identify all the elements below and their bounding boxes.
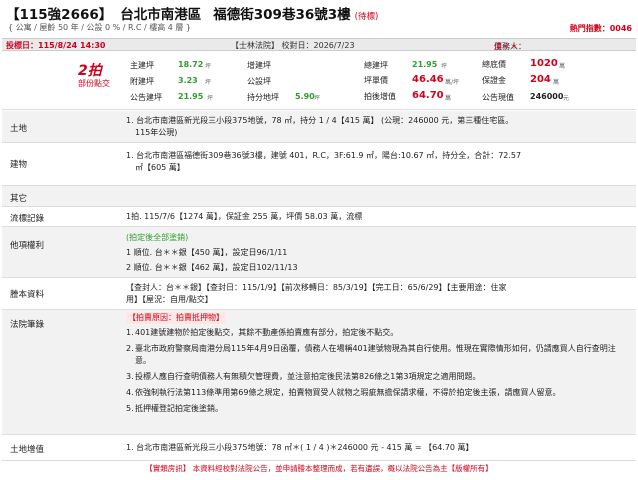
copyright-footer: 【實類房訊】 本資料經校對法院公告，並申請謄本整理而成，若有遺誤，概以法院公告為… bbox=[145, 464, 493, 473]
row-content: 1. 台北市南港區福德街309巷36號3樓，建號 401，R.C，3F:61.9… bbox=[126, 151, 522, 172]
row-content: 1拍. 115/7/6【1274 萬】，保証金 255 萬，坪價 58.03 萬… bbox=[126, 212, 363, 221]
row-court-notes: 法院筆錄 【拍賣原因：拍賣抵押物】 1. 401建號建物於拍定後點交，其餘不動產係… bbox=[2, 310, 636, 435]
list-item: 1. 401建號建物於拍定後點交，其餘不動產係拍賣應有部分，拍定後不點交。 bbox=[126, 328, 399, 337]
row-other: 其它 bbox=[2, 186, 636, 207]
list-item: 2. 臺北市政府警察局南港分局115年4月9日函覆，債務人在場稱401建號物現為其… bbox=[126, 344, 616, 365]
row-label: 建物 bbox=[10, 160, 28, 170]
row-label: 土地增值 bbox=[10, 445, 45, 455]
unit-price: 坪單價 46.46 萬/坪 bbox=[364, 74, 460, 86]
property-summary-line: { 公寓 / 屋齡 50 年 / 公設 0 % / R.C / 樓高 4 層 } bbox=[8, 23, 192, 32]
street-address: 福德街309巷36號3樓 bbox=[213, 7, 351, 23]
row-building: 建物 1. 台北市南港區福德街309巷36號3樓，建號 401，R.C，3F:6… bbox=[2, 143, 636, 186]
row-rights: 他項權利 (拍定後全部塗銷) 1 順位. 台＊＊銀【450 萬】，設定日96/1… bbox=[2, 227, 636, 278]
handover-note: 部份點交 bbox=[78, 79, 110, 88]
info-bar: 投標日：115/8/24 14:30 【士林法院】 校對日：2026/7/23 … bbox=[2, 38, 636, 51]
land-share-area: 持分地坪 5.90 坪 bbox=[247, 92, 321, 102]
row-land-value: 土地增值 1. 台北市南港區新光段三小段375地號：78 ㎡＊( 1 / 4 )… bbox=[2, 435, 636, 461]
announced-area: 公告建坪 21.95 坪 bbox=[130, 92, 214, 102]
list-item: 3. 投標人應自行查明債務人有無積欠管理費，並注意拍定後民法第826條之1第3項規… bbox=[126, 372, 481, 381]
auction-reason: 【拍賣原因：拍賣抵押物】 bbox=[126, 312, 226, 324]
row-label: 流標記錄 bbox=[10, 214, 45, 224]
public-area: 公設坪 bbox=[247, 77, 271, 86]
row-content: 【拍賣原因：拍賣抵押物】 1. 401建號建物於拍定後點交，其餘不動產係拍賣應有部… bbox=[126, 312, 628, 415]
row-content: 1. 台北市南港區新光段三小段375地號：78 ㎡＊( 1 / 4 )＊2460… bbox=[126, 443, 474, 452]
base-price: 總底價 1020 萬 bbox=[482, 58, 566, 70]
auction-round: 2拍 bbox=[78, 63, 102, 79]
page-title: 【115強2666】 台北市南港區 福德街309巷36號3樓 (待標) bbox=[6, 3, 378, 23]
district: 台北市南港區 bbox=[120, 7, 202, 23]
list-item: 4. 依強制執行法第113條準用第69條之規定，拍賣物買受人就物之瑕疵無擔保請求權… bbox=[126, 388, 561, 397]
announced-value: 公告現值 246000 元 bbox=[482, 92, 570, 102]
row-content: (拍定後全部塗銷) 1 順位. 台＊＊銀【450 萬】，設定日96/1/11 2… bbox=[126, 230, 628, 275]
total-area: 總建坪 21.95 坪 bbox=[364, 60, 448, 70]
status-badge: (待標) bbox=[354, 12, 379, 22]
row-label: 土地 bbox=[10, 124, 28, 134]
row-label: 法院筆錄 bbox=[10, 320, 45, 330]
court-and-check-date: 【士林法院】 校對日：2026/7/23 bbox=[231, 41, 355, 50]
aux-area: 附建坪 3.23 坪 bbox=[130, 76, 212, 86]
auction-detail-page: 【115強2666】 台北市南港區 福德街309巷36號3樓 (待標) { 公寓 / … bbox=[2, 0, 636, 473]
hot-index: 熱門指數：0046 bbox=[569, 24, 632, 33]
row-content: 1. 台北市南港區新光段三小段375地號，78 ㎡，持分 1 / 4【415 萬… bbox=[126, 116, 514, 137]
main-area: 主建坪 18.72 坪 bbox=[130, 60, 212, 70]
row-land: 土地 1. 台北市南港區新光段三小段375地號，78 ㎡，持分 1 / 4【41… bbox=[2, 111, 636, 143]
debtor-value: 連＊＊ bbox=[494, 42, 518, 51]
round-badge: 2拍 部份點交 bbox=[2, 56, 122, 110]
rights-note: (拍定後全部塗銷) bbox=[126, 233, 189, 242]
row-label: 謄本資料 bbox=[10, 290, 45, 300]
row-label: 其它 bbox=[10, 194, 28, 204]
summary-panel: 2拍 部份點交 主建坪 18.72 坪 附建坪 3.23 坪 公告建坪 21.95 坪… bbox=[2, 56, 636, 110]
post-auction-appreciation: 拍後增值 64.70 萬 bbox=[364, 90, 452, 102]
auction-date: 投標日：115/8/24 14:30 bbox=[6, 41, 106, 50]
header: 【115強2666】 台北市南港區 福德街309巷36號3樓 (待標) { 公寓 / … bbox=[2, 0, 636, 33]
row-content: 【查封人：台＊＊銀】【查封日：115/1/9】【前次移轉日：85/3/19】【完… bbox=[126, 283, 507, 304]
list-item: 5. 抵押權登記拍定後塗銷。 bbox=[126, 404, 223, 413]
row-history: 流標記錄 1拍. 115/7/6【1274 萬】，保証金 255 萬，坪價 58… bbox=[2, 207, 636, 227]
deposit: 保證金 204 萬 bbox=[482, 74, 560, 86]
case-number: 【115強2666】 bbox=[6, 7, 113, 23]
row-label: 他項權利 bbox=[10, 241, 45, 251]
row-survey: 謄本資料 【查封人：台＊＊銀】【查封日：115/1/9】【前次移轉日：85/3/… bbox=[2, 278, 636, 310]
extension-area: 增建坪 bbox=[247, 61, 271, 70]
